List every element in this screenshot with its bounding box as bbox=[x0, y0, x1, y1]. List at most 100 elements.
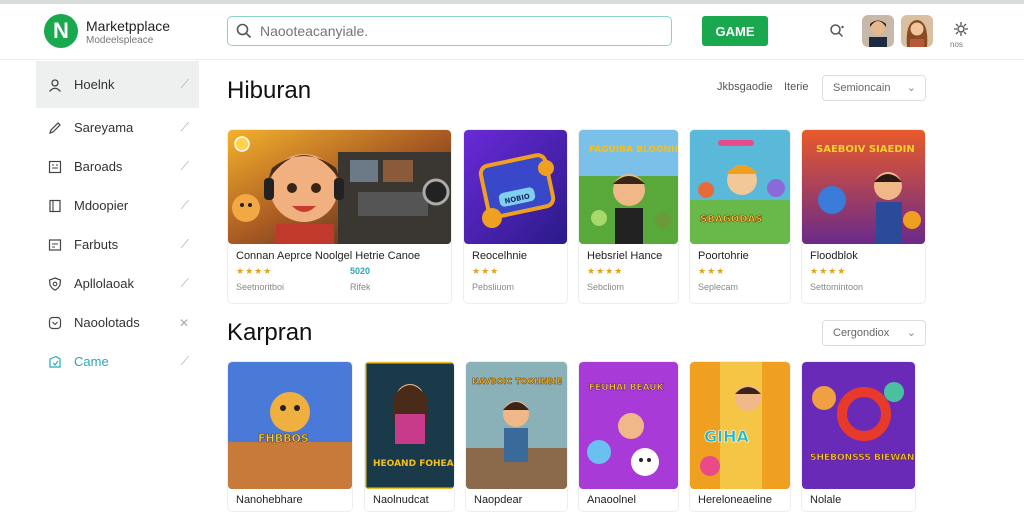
sidebar-item-hoelnk[interactable]: Hoelnk ⟋ bbox=[36, 61, 199, 108]
rating-stars: ★★★★ bbox=[810, 266, 847, 276]
game-card-meta-2: Rifek bbox=[350, 282, 371, 292]
thumb-caption: FHBBOS bbox=[258, 432, 309, 445]
sidebar-item-label: Naoolotads bbox=[74, 315, 140, 330]
game-card-meta: Settomintoon bbox=[810, 282, 864, 292]
search-bar[interactable] bbox=[227, 16, 672, 46]
game-card[interactable]: SAEBOIV SIAEDIN Floodblok ★★★★ Settomint… bbox=[801, 129, 926, 304]
chevron-icon: ✕ bbox=[178, 315, 189, 330]
game-card[interactable]: Connan Aeprce Noolgel Hetrie Canoe ★★★★ … bbox=[227, 129, 452, 304]
game-thumbnail: FAGUIBA BLOONIR bbox=[579, 130, 678, 244]
section-title-hiburan: Hiburan bbox=[227, 77, 312, 104]
sidebar-item-label: Mdoopier bbox=[74, 198, 129, 213]
game-thumbnail: FHBBOS bbox=[228, 362, 352, 489]
chevron-icon: ⟋ bbox=[180, 159, 189, 173]
game-card-title: Nanohebhare bbox=[236, 494, 303, 506]
dropdown-value: Cergondiox bbox=[833, 327, 890, 339]
settings-icon[interactable] bbox=[950, 18, 972, 40]
chevron-icon: ⟋ bbox=[180, 276, 189, 290]
game-card-title: Floodblok bbox=[810, 250, 858, 262]
user-avatar-2[interactable] bbox=[901, 15, 933, 47]
chevron-icon: ⟋ bbox=[180, 77, 189, 91]
game-card[interactable]: SBAGODAS Poortohrie ★★★ Seplecam bbox=[689, 129, 791, 304]
game-thumbnail bbox=[228, 130, 451, 244]
calendar-icon bbox=[47, 159, 63, 175]
chevron-icon: ⟋ bbox=[180, 354, 189, 368]
game-thumbnail: NOBIO bbox=[464, 130, 567, 244]
chevron-down-icon: ⌄ bbox=[906, 327, 916, 339]
settings-caption: nos bbox=[950, 40, 963, 49]
sidebar-item-label: Farbuts bbox=[74, 237, 119, 252]
sidebar-item-came[interactable]: Came ⟋ bbox=[36, 338, 199, 385]
section-title-karpran: Karpran bbox=[227, 319, 313, 346]
marketplace-logo[interactable]: N bbox=[44, 14, 78, 48]
rating-stars: ★★★ bbox=[472, 266, 500, 276]
pencil-icon bbox=[47, 120, 63, 136]
sidebar: Hoelnk ⟋ Sareyama ⟋ Baroads ⟋ Mdoopier ⟋… bbox=[36, 61, 199, 512]
sidebar-item-label: Sareyama bbox=[74, 120, 134, 135]
sidebar-item-label: Apllolaoak bbox=[74, 276, 134, 291]
game-thumbnail: SAEBOIV SIAEDIN bbox=[802, 130, 925, 244]
chevron-down-icon: ⌄ bbox=[906, 82, 916, 94]
game-thumbnail: NAVBOIC TOOHNBIE bbox=[466, 362, 567, 489]
book-icon bbox=[47, 198, 63, 214]
game-badge: 5020 bbox=[350, 266, 371, 276]
rating-stars: ★★★★ bbox=[236, 266, 273, 276]
thumb-caption: SAEBOIV SIAEDIN bbox=[816, 144, 915, 155]
game-card-title: Poortohrie bbox=[698, 250, 749, 262]
filter-link-b[interactable]: Iterie bbox=[784, 81, 808, 93]
game-card-meta: Seetnoritboi bbox=[236, 282, 285, 292]
chevron-icon: ⟋ bbox=[180, 198, 189, 212]
thumb-caption: SBAGODAS bbox=[700, 214, 763, 225]
sort-dropdown-2[interactable]: Cergondiox ⌄ bbox=[822, 320, 926, 346]
game-card[interactable]: HEOAND FOHEAI Naolnudcat bbox=[364, 361, 455, 512]
game-card-title: Reocelhnie bbox=[472, 250, 528, 262]
game-button[interactable]: GAME bbox=[702, 16, 768, 46]
game-thumbnail: SBAGODAS bbox=[690, 130, 790, 244]
thumb-caption: NAVBOIC TOOHNBIE bbox=[472, 377, 562, 386]
game-thumbnail: FEUHAI BEAUK bbox=[579, 362, 678, 489]
user-icon bbox=[47, 77, 63, 93]
thumb-caption: FEUHAI BEAUK bbox=[589, 383, 665, 393]
game-card-meta: Sebcliom bbox=[587, 282, 625, 292]
game-card-title: Naopdear bbox=[474, 494, 523, 506]
game-card-title: Naolnudcat bbox=[373, 494, 429, 506]
chevron-icon: ⟋ bbox=[180, 237, 189, 251]
rating-stars: ★★★★ bbox=[587, 266, 624, 276]
user-avatar-1[interactable] bbox=[862, 15, 894, 47]
filter-link-a[interactable]: Jkbsgaodie bbox=[717, 81, 773, 93]
search-toggle-icon[interactable] bbox=[826, 20, 848, 42]
brand-subtitle: Modeelspleace bbox=[86, 35, 154, 46]
game-card[interactable]: NOBIO Reocelhnie ★★★ Pebsliuom bbox=[463, 129, 568, 304]
game-card[interactable]: FAGUIBA BLOONIR Hebsriel Hance ★★★★ Sebc… bbox=[578, 129, 679, 304]
game-thumbnail: SHEBONSSS BIEWANA bbox=[802, 362, 915, 489]
sidebar-item-label: Came bbox=[74, 354, 109, 369]
thumb-caption: GIHA bbox=[704, 427, 749, 446]
game-card[interactable]: FHBBOS Nanohebhare bbox=[227, 361, 353, 512]
sidebar-item-label: Baroads bbox=[74, 159, 123, 174]
chevron-icon: ⟋ bbox=[180, 120, 189, 134]
thumb-caption: FAGUIBA BLOONIR bbox=[589, 145, 678, 155]
game-card-title: Connan Aeprce Noolgel Hetrie Canoe bbox=[236, 250, 421, 262]
brand-title: Marketpplace bbox=[86, 18, 171, 34]
game-card-meta: Pebsliuom bbox=[472, 282, 515, 292]
game-card-title: Hebsriel Hance bbox=[587, 250, 663, 262]
game-card[interactable]: SHEBONSSS BIEWANA Nolale bbox=[801, 361, 916, 512]
game-card[interactable]: GIHA Hereloneaeline bbox=[689, 361, 791, 512]
game-thumbnail: HEOAND FOHEAI bbox=[365, 362, 454, 489]
chat-icon bbox=[47, 315, 63, 331]
dropdown-value: Semioncain bbox=[833, 82, 891, 94]
top-header: N Marketpplace Modeelspleace GAME nos bbox=[0, 4, 1024, 60]
game-card[interactable]: NAVBOIC TOOHNBIE Naopdear bbox=[465, 361, 568, 512]
sort-dropdown-1[interactable]: Semioncain ⌄ bbox=[822, 75, 926, 101]
shield-icon bbox=[47, 276, 63, 292]
game-card-meta: Seplecam bbox=[698, 282, 739, 292]
game-card-title: Nolale bbox=[810, 494, 842, 506]
search-input[interactable] bbox=[260, 23, 640, 39]
game-icon bbox=[47, 354, 63, 370]
game-card-title: Anaoolnel bbox=[587, 494, 636, 506]
game-card[interactable]: FEUHAI BEAUK Anaoolnel bbox=[578, 361, 679, 512]
rating-stars: ★★★ bbox=[698, 266, 726, 276]
thumb-caption: SHEBONSSS BIEWANA bbox=[810, 453, 915, 463]
sidebar-item-label: Hoelnk bbox=[74, 77, 115, 92]
thumb-caption: HEOAND FOHEAI bbox=[373, 459, 454, 469]
